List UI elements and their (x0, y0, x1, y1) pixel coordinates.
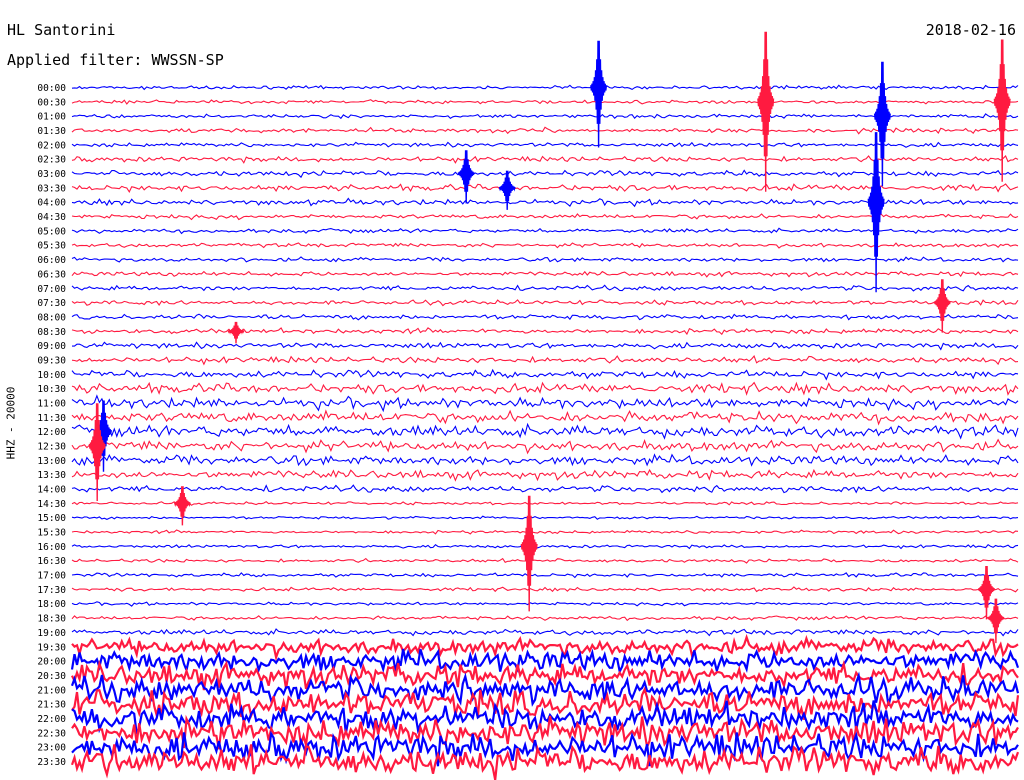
trace-line (71, 438, 1019, 455)
trace-line (71, 501, 1019, 506)
trace-line (71, 515, 1019, 521)
time-tick-label: 22:00 (37, 714, 66, 725)
trace-line (71, 299, 1019, 307)
time-tick-label: 23:30 (37, 757, 66, 768)
time-tick-label: 18:00 (37, 599, 66, 610)
trace-line (71, 633, 1019, 662)
time-tick-label: 19:30 (37, 642, 66, 653)
time-tick-label: 04:00 (37, 198, 66, 209)
trace-line (71, 409, 1019, 426)
trace-line (71, 368, 1019, 381)
seismic-event-mark (173, 486, 191, 526)
time-tick-label: 07:00 (37, 284, 66, 295)
trace-line (71, 381, 1019, 396)
time-tick-label: 10:30 (37, 384, 66, 395)
time-tick-label: 18:30 (37, 614, 66, 625)
trace-line (71, 327, 1019, 336)
trace-line (71, 557, 1019, 564)
trace-line (70, 648, 1020, 675)
trace-line (71, 529, 1019, 535)
trace-line (71, 543, 1019, 550)
time-tick-label: 01:00 (37, 112, 66, 123)
time-tick-label: 14:00 (37, 485, 66, 496)
time-tick-label: 03:00 (37, 169, 66, 180)
seismic-event-mark (987, 598, 1005, 644)
time-tick-label: 08:30 (37, 327, 66, 338)
trace-line (71, 453, 1019, 467)
trace-line (71, 313, 1019, 321)
time-tick-label: 21:00 (37, 685, 66, 696)
time-tick-label: 09:00 (37, 341, 66, 352)
time-tick-label: 16:00 (37, 542, 66, 553)
time-tick-label: 13:30 (37, 470, 66, 481)
seismic-event-mark (978, 565, 995, 620)
time-tick-label: 05:30 (37, 241, 66, 252)
trace-line (71, 355, 1019, 366)
time-tick-label: 19:00 (37, 628, 66, 639)
trace-line (71, 422, 1019, 440)
time-tick-label: 21:30 (37, 700, 66, 711)
time-tick-label: 08:00 (37, 312, 66, 323)
trace-line (71, 615, 1019, 622)
time-tick-label: 01:30 (37, 126, 66, 137)
time-tick-label: 00:30 (37, 97, 66, 108)
time-tick-label: 22:30 (37, 728, 66, 739)
time-tick-label: 06:30 (37, 269, 66, 280)
trace-line (71, 601, 1019, 607)
time-tick-label: 20:30 (37, 671, 66, 682)
time-tick-label: 11:30 (37, 413, 66, 424)
time-tick-label: 04:30 (37, 212, 66, 223)
seismic-event-mark (590, 40, 608, 148)
trace-line (72, 341, 1019, 351)
time-tick-label: 00:00 (37, 83, 66, 94)
time-tick-label: 05:00 (37, 226, 66, 237)
trace-line (71, 628, 1019, 637)
seismic-event-mark (498, 170, 516, 210)
trace-line (71, 484, 1019, 494)
trace-line (71, 572, 1019, 579)
time-tick-label: 02:00 (37, 140, 66, 151)
seismic-event-mark (227, 321, 245, 344)
seismic-event-mark (520, 495, 538, 612)
time-tick-label: 12:00 (37, 427, 66, 438)
trace-line (71, 586, 1019, 593)
time-tick-label: 10:00 (37, 370, 66, 381)
time-tick-label: 17:30 (37, 585, 66, 596)
trace-line (71, 84, 1019, 91)
time-tick-label: 12:30 (37, 442, 66, 453)
seismic-event-mark (457, 150, 475, 204)
trace-line (71, 394, 1019, 413)
time-tick-label: 23:00 (37, 743, 66, 754)
time-tick-label: 03:30 (37, 183, 66, 194)
time-tick-label: 09:30 (37, 355, 66, 366)
time-tick-label: 20:00 (37, 657, 66, 668)
time-tick-label: 16:30 (37, 556, 66, 567)
helicorder-plot: 00:00 00:30 01:00 01:30 02:00 02:30 03:00 03:30… (37, 31, 1020, 780)
trace-line (71, 99, 1019, 105)
time-tick-label: 15:30 (37, 528, 66, 539)
time-tick-label: 14:30 (37, 499, 66, 510)
time-tick-label: 06:00 (37, 255, 66, 266)
trace-line (71, 468, 1019, 482)
seismic-event-mark (757, 31, 775, 192)
time-tick-label: 13:00 (37, 456, 66, 467)
time-tick-label: 07:30 (37, 298, 66, 309)
time-tick-label: 15:00 (37, 513, 66, 524)
time-tick-label: 11:00 (37, 398, 66, 409)
time-tick-label: 17:00 (37, 571, 66, 582)
time-tick-label: 02:30 (37, 155, 66, 166)
